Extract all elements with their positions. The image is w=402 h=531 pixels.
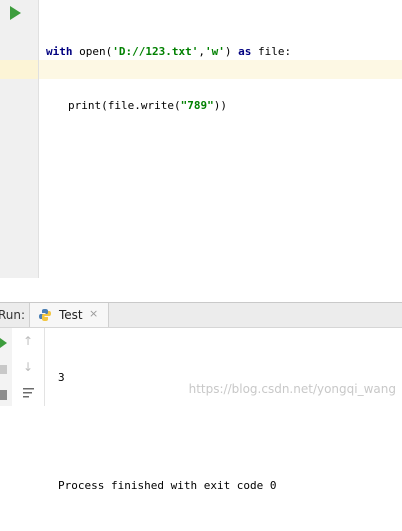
console-output[interactable]: 3 Process finished with exit code 0 — [58, 333, 277, 531]
python-icon — [39, 309, 51, 321]
code-text[interactable]: with open('D://123.txt','w') as file: pr… — [46, 7, 291, 151]
run-header: Run: Test × — [0, 303, 402, 328]
keyword-as: as — [238, 45, 252, 58]
tab-label: Test — [59, 308, 83, 322]
console-toolbar: ↑ ↓ — [14, 328, 45, 406]
run-arrow-icon[interactable] — [10, 6, 21, 20]
code-editor[interactable]: with open('D://123.txt','w') as file: pr… — [0, 0, 402, 278]
run-label: Run: — [0, 308, 26, 322]
run-tool-window: Run: Test × ↑ ↓ 3 Process finished with … — [0, 302, 402, 492]
editor-gutter[interactable] — [0, 0, 39, 278]
code-line-2: print(file.write("789")) — [46, 97, 291, 115]
scroll-down-icon[interactable]: ↓ — [23, 360, 33, 374]
close-paren: ) — [224, 45, 239, 58]
write-string: "789" — [180, 99, 214, 112]
path-string: 'D://123.txt' — [112, 45, 199, 58]
open-call: open( — [79, 45, 113, 58]
gutter-current-line — [0, 60, 38, 79]
scroll-up-icon[interactable]: ↑ — [23, 334, 33, 348]
rerun-icon[interactable] — [0, 338, 7, 348]
close-icon[interactable]: × — [89, 307, 98, 320]
code-line-1: with open('D://123.txt','w') as file: — [46, 43, 291, 61]
more-icon[interactable] — [0, 390, 7, 400]
keyword-with: with — [46, 45, 73, 58]
run-toolbar — [0, 328, 12, 406]
print-close: )) — [213, 99, 227, 112]
file-target: file: — [251, 45, 292, 58]
tab-test[interactable]: Test × — [29, 303, 109, 327]
print-call: print(file.write( — [68, 99, 181, 112]
soft-wrap-icon[interactable] — [22, 386, 36, 400]
stop-icon[interactable] — [0, 365, 7, 374]
console-line: Process finished with exit code 0 — [58, 479, 277, 492]
mode-string: 'w' — [204, 45, 225, 58]
comma: , — [198, 45, 205, 58]
watermark: https://blog.csdn.net/yongqi_wang — [188, 382, 396, 396]
